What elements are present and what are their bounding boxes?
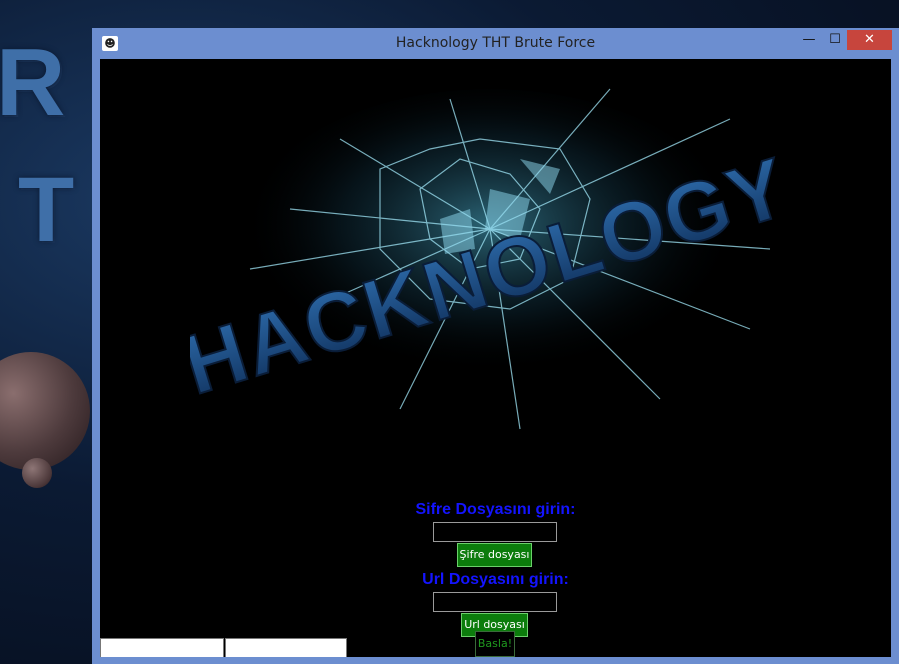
status-field-left[interactable] [100, 638, 224, 657]
desktop-planet-large [0, 352, 90, 470]
maximize-button[interactable]: ☐ [822, 30, 848, 50]
title-bar[interactable]: ☻ Hacknology THT Brute Force — ☐ ✕ [92, 28, 899, 59]
url-file-label: Url Dosyasını girin: [422, 571, 569, 588]
close-button[interactable]: ✕ [847, 30, 892, 50]
desktop-planet-small [22, 458, 52, 488]
desktop-wallpaper-letter-t: T [18, 159, 75, 261]
minimize-button[interactable]: — [796, 30, 822, 50]
url-file-input[interactable] [433, 592, 557, 612]
window-title: Hacknology THT Brute Force [395, 35, 596, 51]
password-file-button[interactable]: Şifre dosyası [457, 543, 532, 567]
status-field-right[interactable] [225, 638, 347, 657]
start-button[interactable]: Basla! [475, 631, 515, 657]
desktop-wallpaper-letter-r: R [0, 29, 66, 136]
client-area: HACKNOLOGY Sifre Dosyasını girin: Şifre … [100, 59, 891, 657]
hacknology-logo: HACKNOLOGY [190, 88, 790, 430]
password-file-label: Sifre Dosyasını girin: [415, 501, 576, 518]
app-window: ☻ Hacknology THT Brute Force — ☐ ✕ HACKN… [92, 28, 899, 664]
password-file-input[interactable] [433, 522, 557, 542]
